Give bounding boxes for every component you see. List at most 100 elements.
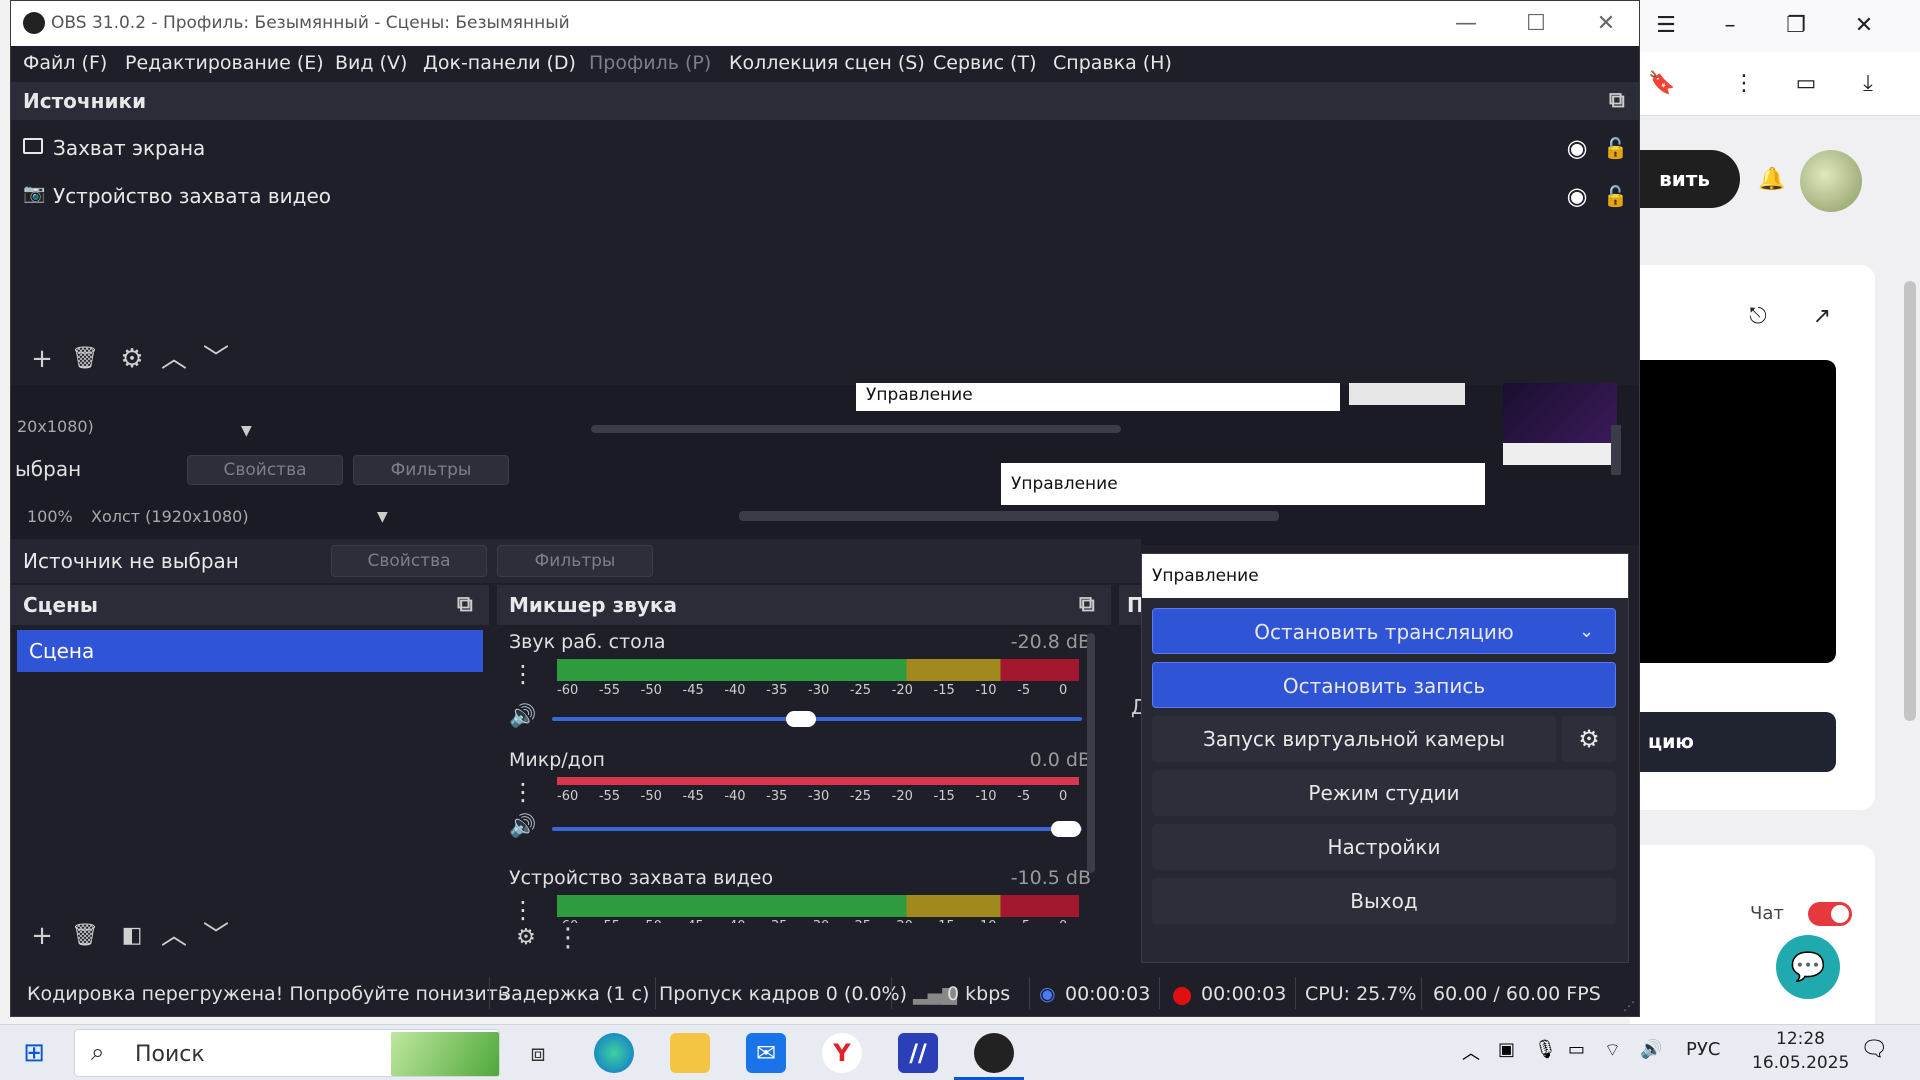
restore-icon[interactable]: ❐ bbox=[1776, 6, 1816, 46]
yandex-browser-icon[interactable]: Y bbox=[822, 1033, 862, 1073]
volume-slider[interactable] bbox=[552, 827, 1082, 831]
file-explorer-icon[interactable] bbox=[670, 1033, 710, 1073]
speaker-icon[interactable]: 🔊 bbox=[507, 811, 539, 843]
kebab-menu-icon[interactable]: ⋮ bbox=[551, 921, 585, 955]
tray-expand-icon[interactable]: ︿ bbox=[1462, 1039, 1480, 1065]
menu-edit[interactable]: Редактирование (E) bbox=[125, 52, 324, 74]
support-chat-icon[interactable]: 💬 bbox=[1776, 935, 1840, 999]
maximize-icon[interactable]: ☐ bbox=[1501, 1, 1571, 46]
microphone-icon[interactable]: 🎙 bbox=[1534, 1039, 1557, 1060]
gear-icon[interactable]: ⚙ bbox=[115, 342, 149, 376]
menu-icon[interactable]: ☰ bbox=[1646, 6, 1686, 46]
call-button[interactable]: вить bbox=[1630, 150, 1740, 208]
volume-slider[interactable] bbox=[552, 717, 1082, 721]
virtual-camera-button[interactable]: Запуск виртуальной камеры bbox=[1152, 716, 1556, 762]
properties-button[interactable]: Свойства bbox=[331, 545, 487, 577]
menu-help[interactable]: Справка (H) bbox=[1053, 52, 1172, 74]
minimize-icon[interactable]: — bbox=[1431, 1, 1501, 46]
v-scrollbar[interactable] bbox=[1611, 425, 1621, 475]
trash-icon[interactable]: 🗑 bbox=[68, 342, 102, 376]
speaker-icon[interactable]: 🔊 bbox=[507, 701, 539, 733]
studio-mode-button[interactable]: Режим студии bbox=[1152, 770, 1616, 816]
edge-icon[interactable] bbox=[594, 1033, 634, 1073]
dropdown-arrow-icon[interactable]: ▼ bbox=[377, 509, 388, 525]
menu-scene-collection[interactable]: Коллекция сцен (S) bbox=[729, 52, 925, 74]
channel-menu-icon[interactable]: ⋮ bbox=[511, 657, 535, 691]
chevron-down-icon[interactable]: ﹀ bbox=[199, 342, 233, 376]
wifi-icon[interactable]: ⌔ bbox=[1604, 1039, 1621, 1062]
stop-record-button[interactable]: Остановить запись bbox=[1152, 662, 1616, 708]
menu-docks[interactable]: Док-панели (D) bbox=[423, 52, 576, 74]
browser-scrollbar[interactable] bbox=[1898, 116, 1920, 1024]
volume-slider-knob[interactable] bbox=[1051, 821, 1082, 837]
menu-file[interactable]: Файл (F) bbox=[23, 52, 107, 74]
h-scrollbar[interactable] bbox=[591, 425, 1121, 433]
lock-icon[interactable]: 🔓 bbox=[1603, 136, 1628, 160]
menu-tools[interactable]: Сервис (T) bbox=[933, 52, 1036, 74]
avatar[interactable] bbox=[1800, 150, 1862, 212]
channel-menu-icon[interactable]: ⋮ bbox=[511, 893, 535, 923]
eye-icon[interactable]: ◉ bbox=[1563, 184, 1591, 208]
bell-icon[interactable]: 🔔 bbox=[1752, 160, 1792, 200]
chat-toggle[interactable] bbox=[1808, 902, 1852, 926]
close-icon[interactable]: ✕ bbox=[1571, 1, 1639, 46]
more-vert-icon[interactable]: ⋮ bbox=[1724, 64, 1764, 104]
minimize-icon[interactable]: – bbox=[1710, 6, 1750, 46]
meet-now-icon[interactable]: ▣ bbox=[1498, 1039, 1515, 1060]
obs-taskbar-icon[interactable] bbox=[974, 1033, 1014, 1073]
source-item-screen-capture[interactable]: Захват экрана ◉ 🔓 bbox=[23, 128, 1628, 168]
add-scene-icon[interactable]: + bbox=[25, 919, 59, 953]
add-source-icon[interactable]: + bbox=[25, 342, 59, 376]
video-preview[interactable] bbox=[1630, 360, 1836, 663]
properties-ghost-button[interactable]: Свойства bbox=[187, 455, 343, 485]
app-icon[interactable]: // bbox=[898, 1033, 938, 1073]
chevron-down-icon[interactable]: ⌄ bbox=[1579, 609, 1594, 655]
task-view-icon[interactable]: ⧈ bbox=[518, 1033, 558, 1073]
trash-icon[interactable]: 🗑 bbox=[68, 919, 102, 953]
chevron-up-icon[interactable]: ︿ bbox=[157, 342, 191, 376]
filter-icon[interactable]: ◧ bbox=[115, 919, 149, 953]
language-indicator[interactable]: РУС bbox=[1686, 1039, 1720, 1060]
battery-icon[interactable]: ▭ bbox=[1786, 64, 1826, 104]
volume-slider-knob[interactable] bbox=[786, 711, 817, 727]
filters-ghost-button[interactable]: Фильтры bbox=[353, 455, 509, 485]
external-link-icon[interactable]: ↗ bbox=[1802, 297, 1842, 337]
share-icon[interactable]: ⎋ bbox=[1738, 297, 1778, 337]
chevron-down-icon[interactable]: ﹀ bbox=[199, 919, 233, 953]
h-scrollbar-2[interactable] bbox=[739, 511, 1279, 521]
lock-icon[interactable]: 🔓 bbox=[1603, 184, 1628, 208]
dropdown-arrow-icon[interactable]: ▼ bbox=[241, 423, 252, 439]
volume-icon[interactable]: 🔊 bbox=[1640, 1039, 1662, 1060]
resize-grip-icon[interactable]: ⋰ bbox=[1623, 999, 1635, 1013]
join-button[interactable]: цию bbox=[1630, 712, 1836, 772]
virtual-camera-gear-icon[interactable]: ⚙ bbox=[1562, 716, 1616, 762]
eye-icon[interactable]: ◉ bbox=[1563, 136, 1591, 160]
windows-start-icon[interactable]: ⊞ bbox=[14, 1033, 54, 1073]
source-item-video-capture[interactable]: 📷 Устройство захвата видео ◉ 🔓 bbox=[23, 176, 1628, 216]
download-icon[interactable]: ⤓ bbox=[1848, 64, 1888, 104]
undock-icon[interactable]: ⧉ bbox=[1079, 585, 1095, 625]
filters-button[interactable]: Фильтры bbox=[497, 545, 653, 577]
clock-time[interactable]: 12:28 bbox=[1776, 1029, 1825, 1049]
scene-item[interactable]: Сцена bbox=[17, 630, 483, 672]
settings-button[interactable]: Настройки bbox=[1152, 824, 1616, 870]
bookmark-icon[interactable]: 🔖 bbox=[1642, 64, 1682, 104]
undock-icon[interactable]: ⧉ bbox=[457, 585, 473, 625]
exit-button[interactable]: Выход bbox=[1152, 878, 1616, 924]
stop-stream-button[interactable]: Остановить трансляцию ⌄ bbox=[1152, 608, 1616, 654]
undock-icon[interactable]: ⧉ bbox=[1609, 82, 1625, 120]
mail-icon[interactable]: ✉ bbox=[746, 1033, 786, 1073]
advanced-audio-gear-icon[interactable]: ⚙ bbox=[509, 921, 543, 955]
notifications-icon[interactable]: 🗨 bbox=[1860, 1037, 1888, 1062]
chevron-up-icon[interactable]: ︿ bbox=[157, 919, 191, 953]
channel-menu-icon[interactable]: ⋮ bbox=[511, 775, 535, 809]
menu-profile[interactable]: Профиль (P) bbox=[589, 52, 711, 74]
scroll-thumb[interactable] bbox=[1904, 281, 1916, 721]
menu-view[interactable]: Вид (V) bbox=[335, 52, 407, 74]
clock-date[interactable]: 16.05.2025 bbox=[1752, 1053, 1849, 1073]
close-icon[interactable]: ✕ bbox=[1844, 6, 1884, 46]
battery-icon[interactable]: ▭ bbox=[1568, 1039, 1585, 1060]
scale-tick-label: -60 bbox=[557, 789, 579, 804]
mixer-scrollbar[interactable] bbox=[1087, 633, 1095, 873]
taskbar-search[interactable]: ⌕ Поиск bbox=[74, 1029, 500, 1077]
